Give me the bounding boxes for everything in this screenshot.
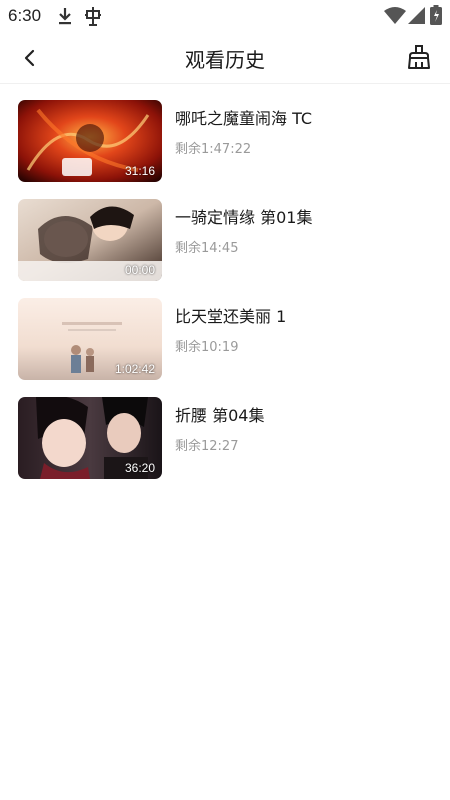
wifi-icon xyxy=(384,7,406,24)
remaining-time: 剩余14:45 xyxy=(175,241,239,256)
status-time: 6:30 xyxy=(8,6,42,25)
remaining-time: 剩余10:19 xyxy=(175,340,239,355)
video-title: 比天堂还美丽 1 xyxy=(175,307,287,326)
status-bar: 6:30 xyxy=(0,0,450,32)
video-thumbnail: 1:02:42 xyxy=(18,298,162,380)
history-item[interactable]: 1:02:42 比天堂还美丽 1 剩余10:19 xyxy=(18,298,438,380)
video-duration: 31:16 xyxy=(124,164,155,178)
video-thumbnail: 00:00 xyxy=(18,199,162,281)
history-item[interactable]: 36:20 折腰 第04集 剩余12:27 xyxy=(18,397,438,479)
video-thumbnail: 36:20 xyxy=(18,397,162,479)
remaining-time: 剩余1:47:22 xyxy=(175,142,252,157)
history-item[interactable]: 00:00 一骑定情缘 第01集 剩余14:45 xyxy=(18,199,438,281)
video-duration: 1:02:42 xyxy=(114,362,155,376)
video-title: 哪吒之魔童闹海 TC xyxy=(175,109,313,128)
clear-history-button[interactable] xyxy=(403,41,435,73)
battery-icon xyxy=(430,5,442,25)
video-title: 折腰 第04集 xyxy=(175,406,265,425)
signal-icon xyxy=(408,7,425,24)
bug-icon xyxy=(85,7,101,26)
video-thumbnail: 31:16 xyxy=(18,100,162,182)
page-title: 观看历史 xyxy=(185,48,265,72)
header-bar: 观看历史 xyxy=(0,32,450,84)
video-duration: 00:00 xyxy=(124,263,155,277)
download-icon xyxy=(59,8,71,25)
video-title: 一骑定情缘 第01集 xyxy=(175,208,313,227)
broom-icon xyxy=(408,45,430,69)
remaining-time: 剩余12:27 xyxy=(175,439,239,454)
history-item[interactable]: 31:16 哪吒之魔童闹海 TC 剩余1:47:22 xyxy=(18,100,438,182)
video-duration: 36:20 xyxy=(124,461,155,475)
